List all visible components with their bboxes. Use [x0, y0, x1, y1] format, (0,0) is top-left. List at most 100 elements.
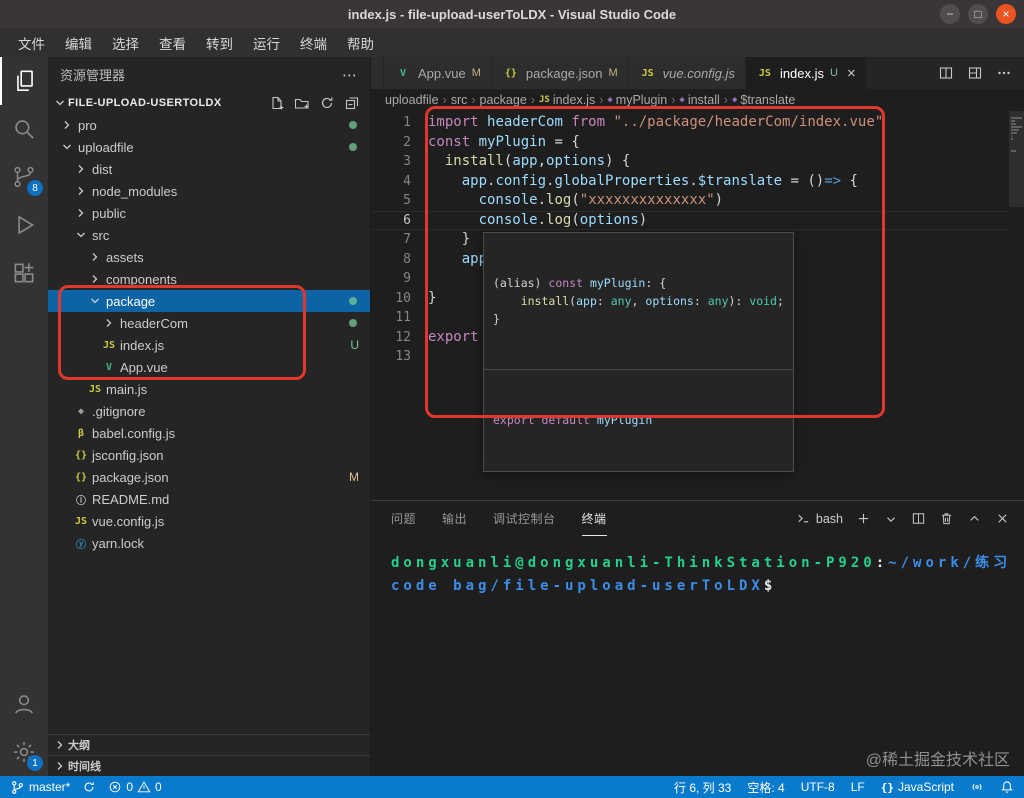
close-panel-icon[interactable] — [995, 511, 1010, 526]
tree-item-label: jsconfig.json — [92, 447, 164, 463]
panel-tab-debug-console[interactable]: 调试控制台 — [493, 501, 556, 536]
explorer-section-header[interactable]: FILE-UPLOAD-USERTOLDX — [48, 92, 370, 114]
tree-item-gitignore[interactable]: ◆ .gitignore — [48, 400, 370, 422]
layout-icon[interactable] — [967, 65, 983, 81]
extensions-icon — [14, 263, 34, 283]
menu-view[interactable]: 查看 — [149, 29, 196, 57]
activitybar-account[interactable] — [0, 680, 48, 728]
timeline-section[interactable]: 时间线 — [48, 755, 370, 776]
feedback-broadcast[interactable] — [970, 780, 984, 794]
breadcrumb-src[interactable]: src — [451, 93, 468, 107]
panel-tab-problems[interactable]: 问题 — [391, 501, 416, 536]
minimize-button[interactable]: − — [940, 4, 960, 24]
code-line-6[interactable]: 6 console.log(options) — [371, 211, 1024, 231]
refresh-icon[interactable] — [319, 95, 335, 111]
new-terminal-icon[interactable] — [856, 511, 871, 526]
code-line-2[interactable]: 2 const myPlugin = { — [371, 133, 1024, 153]
tree-item-readme-md[interactable]: ⓘ README.md — [48, 488, 370, 510]
maximize-panel-icon[interactable] — [967, 511, 982, 526]
tree-item-uploadfile[interactable]: uploadfile — [48, 136, 370, 158]
breadcrumb-install[interactable]: ◈ install — [679, 93, 719, 107]
tree-item-node-modules[interactable]: node_modules — [48, 180, 370, 202]
sync-button[interactable] — [82, 780, 96, 794]
breadcrumb-uploadfile[interactable]: uploadfile — [385, 93, 439, 107]
code-line-1[interactable]: 1 import headerCom from "../package/heade… — [371, 113, 1024, 133]
encoding-indicator[interactable]: UTF-8 — [801, 780, 835, 794]
problems-indicator[interactable]: 0 0 — [108, 780, 162, 794]
tree-item-index-js[interactable]: JS index.js U — [48, 334, 370, 356]
split-terminal-icon[interactable] — [911, 511, 926, 526]
close-button[interactable]: × — [996, 4, 1016, 24]
menu-help[interactable]: 帮助 — [337, 29, 384, 57]
terminal-shell-selector[interactable]: bash — [796, 511, 843, 526]
language-mode[interactable]: {} JavaScript — [881, 780, 954, 794]
tree-item-public[interactable]: public — [48, 202, 370, 224]
activitybar-settings[interactable]: 1 — [0, 728, 48, 776]
menu-file[interactable]: 文件 — [8, 29, 55, 57]
activitybar-search[interactable] — [0, 105, 48, 153]
indentation-indicator[interactable]: 空格: 4 — [747, 779, 784, 796]
more-actions-icon[interactable] — [996, 65, 1012, 81]
tree-item-package[interactable]: package — [48, 290, 370, 312]
breadcrumb-index-js[interactable]: JS index.js — [539, 93, 595, 107]
panel-tab-terminal[interactable]: 终端 — [581, 501, 607, 536]
tree-item-headercom[interactable]: headerCom — [48, 312, 370, 334]
tree-item-src[interactable]: src — [48, 224, 370, 246]
terminal-output[interactable]: dongxuanli@dongxuanli-ThinkStation-P920:… — [371, 536, 1024, 598]
outline-section[interactable]: 大纲 — [48, 734, 370, 755]
more-actions-icon[interactable]: ⋯ — [342, 66, 358, 84]
activitybar-explorer[interactable] — [0, 57, 48, 105]
menu-terminal[interactable]: 终端 — [290, 29, 337, 57]
tree-item-yarn-lock[interactable]: ⓨ yarn.lock — [48, 532, 370, 554]
code-line-3[interactable]: 3 install(app,options) { — [371, 152, 1024, 172]
tree-item-jsconfig-json[interactable]: {} jsconfig.json — [48, 444, 370, 466]
menu-edit[interactable]: 编辑 — [55, 29, 102, 57]
tree-item-babel-config-js[interactable]: β babel.config.js — [48, 422, 370, 444]
breadcrumb-package[interactable]: package — [480, 93, 527, 107]
tab-package-json[interactable]: {} package.json M — [491, 57, 629, 89]
activitybar-extensions[interactable] — [0, 249, 48, 297]
activitybar-run-debug[interactable] — [0, 201, 48, 249]
timeline-label: 时间线 — [68, 761, 101, 773]
chevron-down-icon[interactable] — [884, 512, 898, 526]
eol-indicator[interactable]: LF — [851, 780, 865, 794]
code-line-5[interactable]: 5 console.log("xxxxxxxxxxxxxx") — [371, 191, 1024, 211]
minimap[interactable] — [1009, 111, 1024, 500]
tree-item-assets[interactable]: assets — [48, 246, 370, 268]
git-branch-indicator[interactable]: master* — [10, 780, 70, 795]
minimap-slider[interactable] — [1009, 111, 1024, 207]
activitybar-source-control[interactable]: 8 — [0, 153, 48, 201]
menu-run[interactable]: 运行 — [243, 29, 290, 57]
cursor-position[interactable]: 行 6, 列 33 — [674, 779, 731, 796]
code-line-4[interactable]: 4 app.config.globalProperties.$translate… — [371, 172, 1024, 192]
tree-item-app-vue[interactable]: V App.vue — [48, 356, 370, 378]
close-icon[interactable]: × — [847, 65, 856, 82]
tab-vue-config-js[interactable]: JS vue.config.js — [628, 57, 746, 89]
breadcrumb-myplugin[interactable]: ◈ myPlugin — [607, 93, 667, 107]
maximize-button[interactable]: □ — [968, 4, 988, 24]
tree-item-package-json[interactable]: {} package.json M — [48, 466, 370, 488]
split-editor-icon[interactable] — [938, 65, 954, 81]
tree-item-vue-config-js[interactable]: JS vue.config.js — [48, 510, 370, 532]
code-editor[interactable]: 1 import headerCom from "../package/heade… — [371, 111, 1024, 500]
tree-item-dist[interactable]: dist — [48, 158, 370, 180]
tab-index-js[interactable]: JS index.js U × — [745, 57, 867, 89]
new-folder-icon[interactable] — [294, 95, 310, 111]
panel-tab-output[interactable]: 输出 — [442, 501, 467, 536]
git-status-badge: U — [830, 67, 838, 79]
notifications-bell[interactable] — [1000, 780, 1014, 794]
tab-app-vue[interactable]: V App.vue M — [384, 57, 492, 89]
tree-item-main-js[interactable]: JS main.js — [48, 378, 370, 400]
collapse-all-icon[interactable] — [344, 95, 360, 111]
tree-item-label: main.js — [106, 381, 148, 397]
code-text: console.log("xxxxxxxxxxxxxx") — [478, 192, 724, 208]
tree-item-components[interactable]: components — [48, 268, 370, 290]
menu-selection[interactable]: 选择 — [102, 29, 149, 57]
tab-partial[interactable] — [371, 57, 384, 89]
breadcrumb-translate[interactable]: ◈ $translate — [732, 93, 795, 107]
scm-badge: 8 — [27, 180, 43, 196]
menu-go[interactable]: 转到 — [196, 29, 243, 57]
new-file-icon[interactable] — [269, 95, 285, 111]
kill-terminal-icon[interactable] — [939, 511, 954, 526]
tree-item-pro[interactable]: pro — [48, 114, 370, 136]
